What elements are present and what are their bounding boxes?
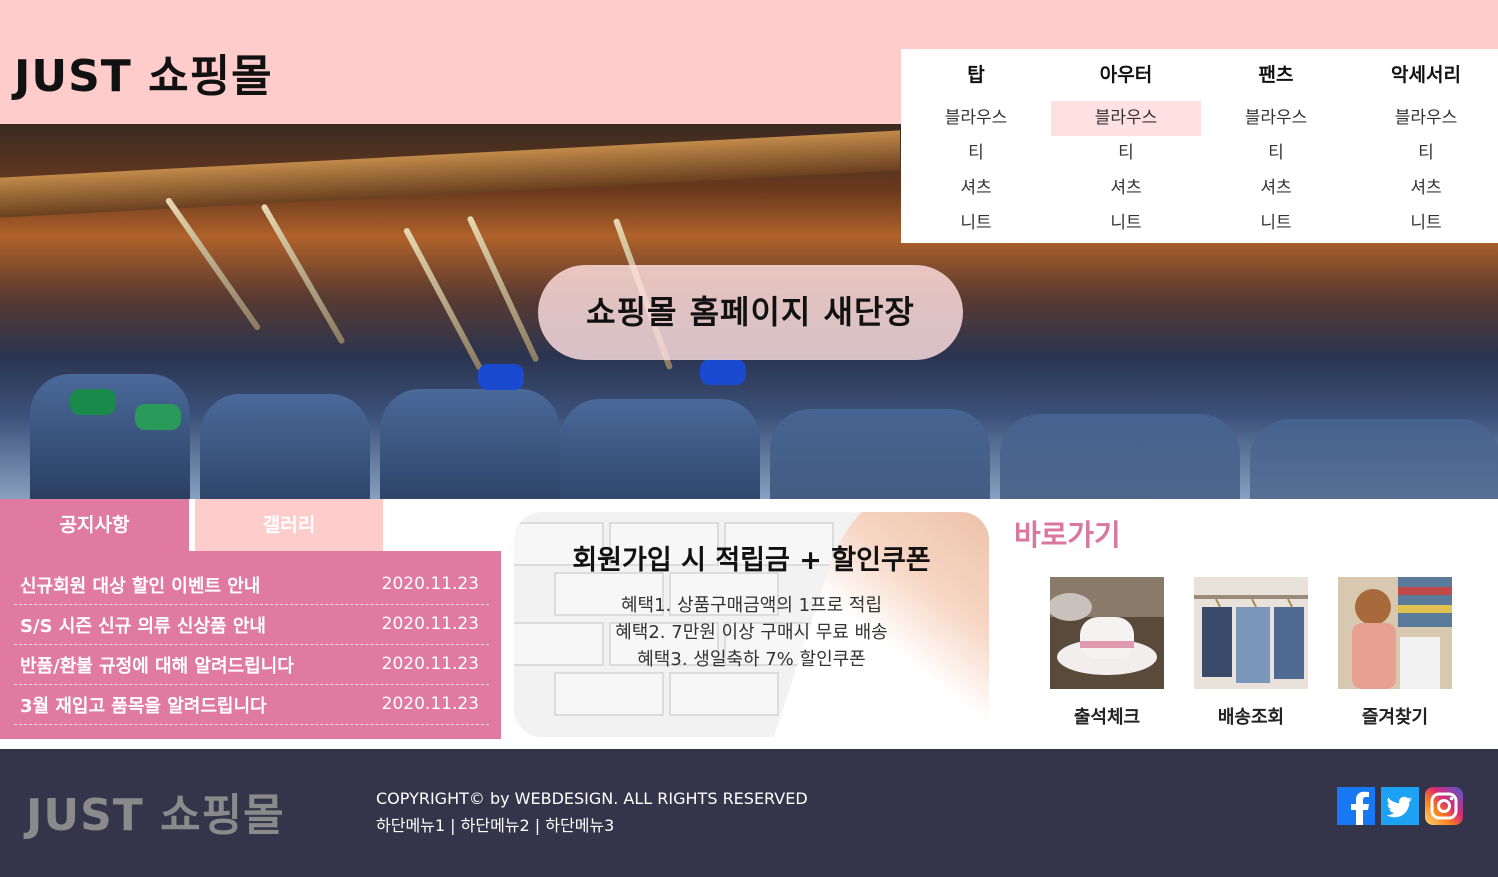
nav-column-top: 탑 블라우스 티 셔츠 니트 [901, 49, 1051, 241]
notice-row[interactable]: 신규회원 대상 할인 이벤트 안내 2020.11.23 [14, 565, 489, 605]
cloth-decoration [1000, 414, 1240, 499]
nav-item-tee[interactable]: 티 [1051, 136, 1201, 171]
favorites-image [1338, 577, 1452, 689]
hanger-decoration [164, 196, 262, 332]
cloth-decoration [1250, 419, 1498, 499]
promo-line: 혜택3. 생일축하 7% 할인쿠폰 [637, 649, 866, 670]
notice-title: 3월 재입고 품목을 알려드립니다 [20, 696, 267, 717]
hanger-decoration [260, 203, 346, 345]
banner-slogan: 쇼핑몰 홈페이지 새단장 [538, 265, 963, 360]
notice-date: 2020.11.23 [381, 614, 479, 634]
tag-decoration [70, 389, 116, 415]
tag-decoration [135, 404, 181, 430]
notice-title: 신규회원 대상 할인 이벤트 안내 [20, 576, 261, 597]
nav-item-shirt[interactable]: 셔츠 [1351, 171, 1498, 206]
shortcut-label: 배송조회 [1217, 707, 1285, 728]
nav-item-blouse[interactable]: 블라우스 [1351, 101, 1498, 136]
nav-item-knit[interactable]: 니트 [1351, 206, 1498, 241]
nav-item-blouse[interactable]: 블라우스 [901, 101, 1051, 136]
footer-menu: 하단메뉴1 | 하단메뉴2 | 하단메뉴3 [376, 816, 615, 835]
main-nav: 탑 블라우스 티 셔츠 니트 아우터 블라우스 티 셔츠 니트 팬츠 블라우스 … [901, 49, 1498, 243]
notice-date: 2020.11.23 [381, 654, 479, 674]
copyright-text: COPYRIGHT© by WEBDESIGN. ALL RIGHTS RESE… [376, 789, 808, 808]
promo-title: 회원가입 시 적립금 + 할인쿠폰 [572, 545, 931, 576]
nav-column-pants: 팬츠 블라우스 티 셔츠 니트 [1201, 49, 1351, 241]
shortcut-attendance[interactable]: 출석체크 [1050, 577, 1164, 729]
attendance-image [1050, 577, 1164, 689]
nav-title-top[interactable]: 탑 [901, 49, 1051, 101]
notice-date: 2020.11.23 [381, 694, 479, 714]
nav-item-shirt[interactable]: 셔츠 [1201, 171, 1351, 206]
instagram-icon[interactable] [1425, 787, 1463, 825]
cloth-decoration [560, 399, 760, 499]
footer-logo[interactable]: JUST 쇼핑몰 [26, 779, 285, 843]
tag-decoration [700, 359, 746, 385]
footer-menu-1[interactable]: 하단메뉴1 [376, 816, 445, 835]
nav-column-accessory: 악세서리 블라우스 티 셔츠 니트 [1351, 49, 1498, 241]
nav-item-knit[interactable]: 니트 [1201, 206, 1351, 241]
nav-item-knit[interactable]: 니트 [901, 206, 1051, 241]
delivery-image [1194, 577, 1308, 689]
nav-item-tee[interactable]: 티 [1351, 136, 1498, 171]
footer: JUST 쇼핑몰 COPYRIGHT© by WEBDESIGN. ALL RI… [0, 749, 1498, 877]
notice-list: 신규회원 대상 할인 이벤트 안내 2020.11.23 S/S 시즌 신규 의… [0, 551, 501, 739]
banner-rail-decoration [0, 130, 900, 218]
footer-menu-2[interactable]: 하단메뉴2 [461, 816, 530, 835]
hanger-decoration [402, 226, 484, 372]
nav-item-shirt[interactable]: 셔츠 [1051, 171, 1201, 206]
tab-gallery[interactable]: 갤러리 [195, 499, 383, 551]
tag-decoration [478, 364, 524, 390]
notice-date: 2020.11.23 [381, 574, 479, 594]
nav-item-knit[interactable]: 니트 [1051, 206, 1201, 241]
twitter-icon[interactable] [1381, 787, 1419, 825]
nav-item-tee[interactable]: 티 [1201, 136, 1351, 171]
cloth-decoration [380, 389, 560, 499]
facebook-icon[interactable] [1337, 787, 1375, 825]
cloth-decoration [200, 394, 370, 499]
nav-column-outer: 아우터 블라우스 티 셔츠 니트 [1051, 49, 1201, 241]
brick-decoration [669, 672, 779, 716]
site-logo[interactable]: JUST 쇼핑몰 [14, 40, 273, 104]
brick-decoration [554, 672, 664, 716]
nav-item-blouse[interactable]: 블라우스 [1201, 101, 1351, 136]
nav-item-shirt[interactable]: 셔츠 [901, 171, 1051, 206]
shortcut-label: 출석체크 [1073, 707, 1141, 728]
nav-item-blouse[interactable]: 블라우스 [1051, 101, 1201, 136]
footer-menu-3[interactable]: 하단메뉴3 [545, 816, 614, 835]
nav-title-outer[interactable]: 아우터 [1051, 49, 1201, 101]
shortcut-delivery[interactable]: 배송조회 [1194, 577, 1308, 729]
nav-title-accessory[interactable]: 악세서리 [1351, 49, 1498, 101]
shortcut-favorites[interactable]: 즐겨찾기 [1338, 577, 1452, 729]
signup-promo[interactable]: 회원가입 시 적립금 + 할인쿠폰 혜택1. 상품구매금액의 1프로 적립 혜택… [514, 512, 989, 737]
tab-notice[interactable]: 공지사항 [0, 499, 189, 551]
notice-row[interactable]: 3월 재입고 품목을 알려드립니다 2020.11.23 [14, 685, 489, 725]
promo-line: 혜택2. 7만원 이상 구매시 무료 배송 [615, 622, 888, 643]
notice-title: 반품/환불 규정에 대해 알려드립니다 [20, 656, 294, 677]
shortcut-title: 바로가기 [1014, 518, 1121, 552]
notice-row[interactable]: S/S 시즌 신규 의류 신상품 안내 2020.11.23 [14, 605, 489, 645]
nav-item-tee[interactable]: 티 [901, 136, 1051, 171]
notice-title: S/S 시즌 신규 의류 신상품 안내 [20, 616, 266, 637]
notice-row[interactable]: 반품/환불 규정에 대해 알려드립니다 2020.11.23 [14, 645, 489, 685]
hanger-decoration [466, 215, 540, 363]
nav-title-pants[interactable]: 팬츠 [1201, 49, 1351, 101]
shortcut-label: 즐겨찾기 [1361, 707, 1429, 728]
cloth-decoration [770, 409, 990, 499]
promo-line: 혜택1. 상품구매금액의 1프로 적립 [620, 595, 883, 616]
